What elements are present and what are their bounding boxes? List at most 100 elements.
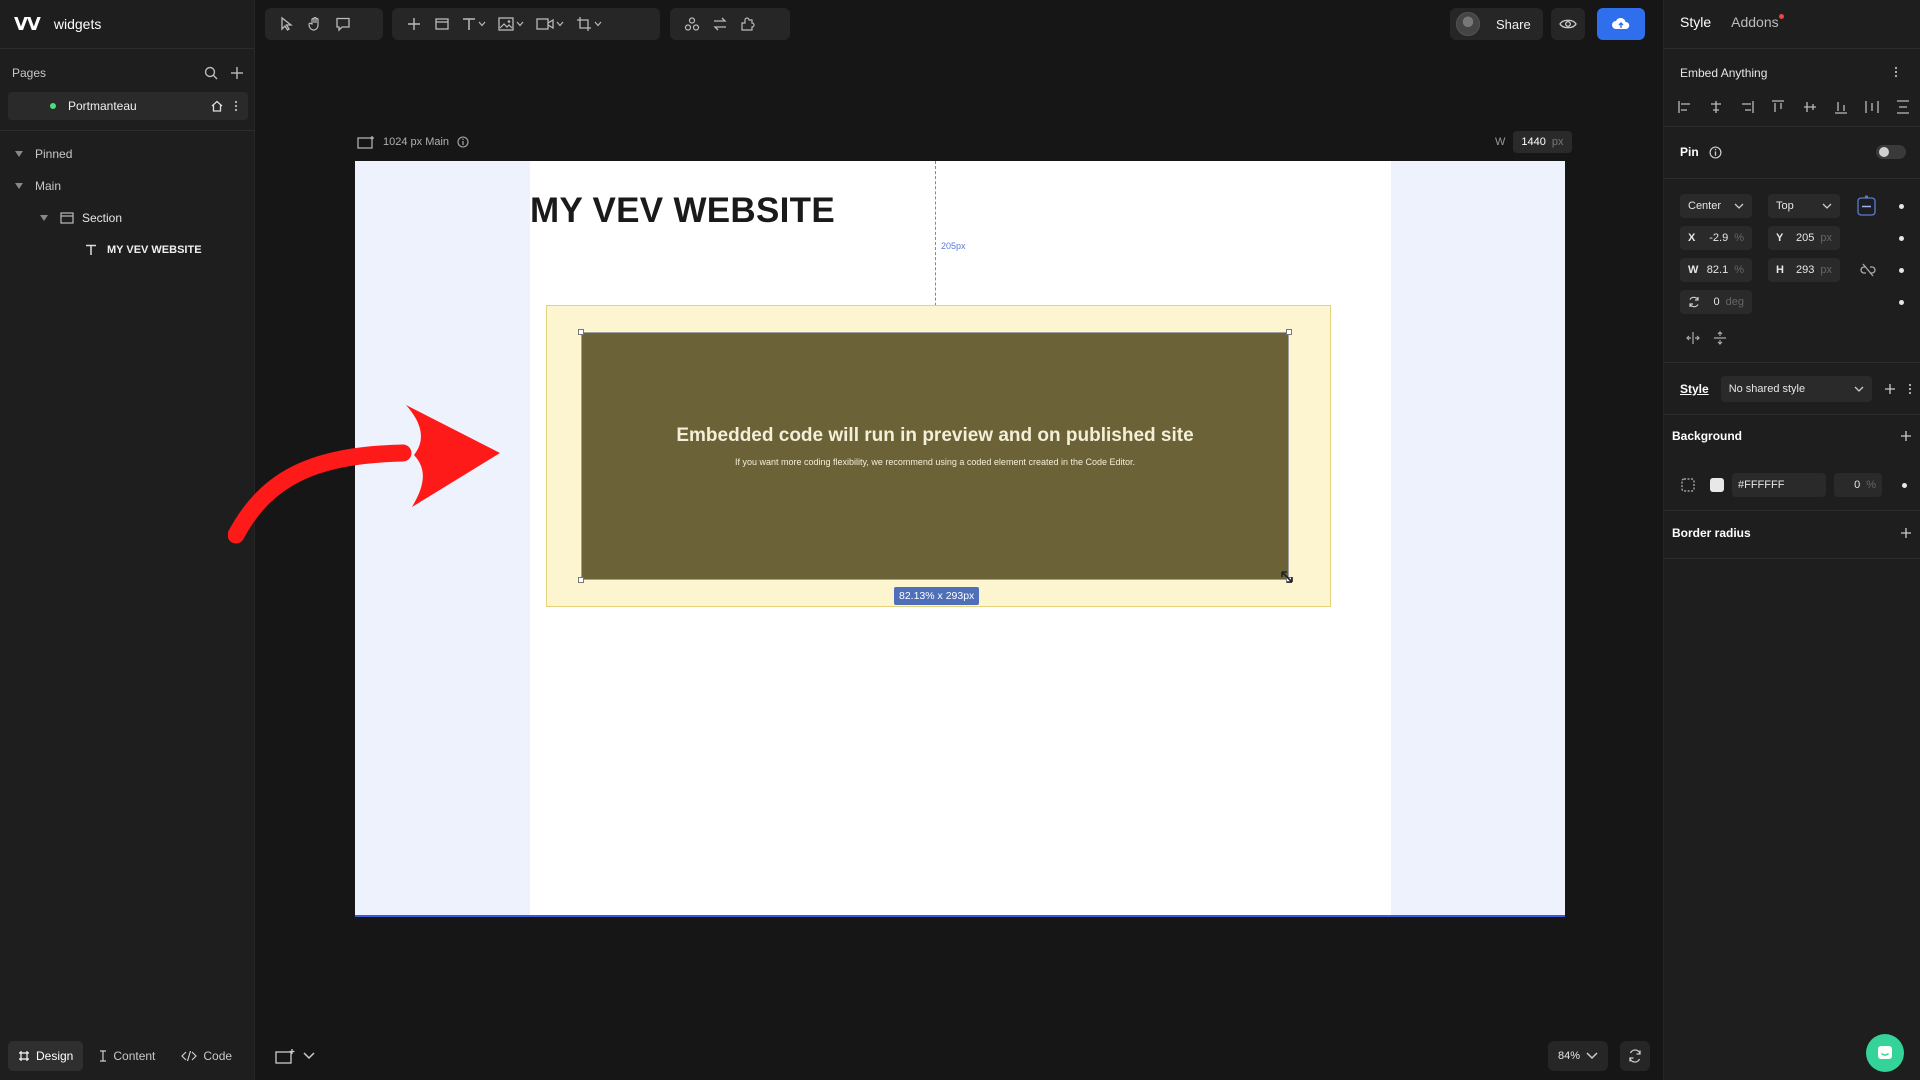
text-icon[interactable] xyxy=(456,8,492,40)
y-field[interactable]: Y 205 px xyxy=(1768,226,1840,250)
more-icon[interactable] xyxy=(1908,383,1912,395)
pages-header: Pages xyxy=(12,64,244,82)
w-field[interactable]: W 82.1 % xyxy=(1680,258,1752,282)
crop-icon[interactable] xyxy=(570,8,608,40)
app-logo[interactable]: VV xyxy=(14,14,41,35)
zoom-control[interactable]: 84% xyxy=(1548,1041,1609,1071)
tab-code[interactable]: Code xyxy=(171,1041,242,1071)
refresh-button[interactable] xyxy=(1620,1041,1650,1071)
caret-down-icon xyxy=(15,183,23,189)
plugin-icon[interactable] xyxy=(734,8,762,40)
share-button[interactable]: Share xyxy=(1450,8,1543,40)
tab-style[interactable]: Style xyxy=(1680,14,1711,30)
border-radius-section-header[interactable]: Border radius xyxy=(1672,526,1912,540)
flip-horizontal-icon[interactable] xyxy=(1686,332,1700,344)
background-hex-input[interactable]: #FFFFFF xyxy=(1732,473,1826,497)
add-icon[interactable] xyxy=(1900,430,1912,442)
search-icon[interactable] xyxy=(204,66,218,80)
site-title[interactable]: MY VEV WEBSITE xyxy=(530,191,835,231)
divider xyxy=(1664,362,1920,363)
field-value: 82.1 xyxy=(1706,264,1729,276)
refresh-icon xyxy=(1628,1049,1642,1063)
spacing-guide-label: 205px xyxy=(941,241,966,251)
home-icon[interactable] xyxy=(210,99,224,113)
more-icon[interactable] xyxy=(234,100,238,112)
project-name[interactable]: widgets xyxy=(54,16,101,32)
field-value: -2.9 xyxy=(1709,232,1729,244)
zoom-value: 84% xyxy=(1558,1050,1581,1062)
info-icon[interactable] xyxy=(457,136,469,148)
rotation-field[interactable]: 0 deg xyxy=(1680,290,1752,314)
distribute-h-icon[interactable] xyxy=(1865,100,1879,114)
background-opacity-input[interactable]: 0 % xyxy=(1834,473,1882,497)
resize-handle-ne[interactable] xyxy=(1286,329,1292,335)
x-field[interactable]: X -2.9 % xyxy=(1680,226,1752,250)
device-icon xyxy=(275,1048,295,1064)
comment-icon[interactable] xyxy=(329,8,357,40)
add-icon[interactable] xyxy=(1900,527,1912,539)
tab-addons[interactable]: Addons xyxy=(1731,14,1784,30)
image-icon[interactable] xyxy=(492,8,530,40)
tab-design[interactable]: Design xyxy=(8,1041,84,1071)
components-icon[interactable] xyxy=(678,8,706,40)
more-icon[interactable] xyxy=(1894,66,1898,78)
device-picker[interactable] xyxy=(275,1043,315,1069)
anchor-x-select[interactable]: Center xyxy=(1680,194,1752,218)
frame-label[interactable]: 1024 px Main xyxy=(357,133,469,151)
hand-icon[interactable] xyxy=(301,8,329,40)
fill-type-icon[interactable] xyxy=(1680,477,1696,493)
tree-group-main[interactable]: Main xyxy=(15,176,61,196)
align-bottom-icon[interactable] xyxy=(1834,100,1848,114)
align-left-icon[interactable] xyxy=(1678,100,1692,114)
video-icon[interactable] xyxy=(530,8,570,40)
preview-button[interactable] xyxy=(1550,8,1585,40)
align-top-icon[interactable] xyxy=(1771,100,1785,114)
code-icon xyxy=(181,1050,198,1062)
add-style-icon[interactable] xyxy=(1884,383,1896,395)
align-right-icon[interactable] xyxy=(1740,100,1754,114)
select-icon[interactable] xyxy=(273,8,301,40)
mode-tabs: Design Content Code xyxy=(8,1041,242,1071)
info-icon[interactable] xyxy=(1709,145,1722,159)
publish-button[interactable] xyxy=(1596,8,1645,40)
tree-item-text[interactable]: MY VEV WEBSITE xyxy=(85,240,202,260)
field-value: 0 xyxy=(1713,296,1720,308)
flip-vertical-icon[interactable] xyxy=(1714,331,1726,345)
embed-element[interactable]: Embedded code will run in preview and on… xyxy=(581,332,1289,580)
canvas-frame[interactable]: MY VEV WEBSITE 205px Embedded code will … xyxy=(355,161,1565,917)
anchor-position-icon[interactable] xyxy=(1856,195,1878,217)
state-dot xyxy=(1899,204,1904,209)
h-field[interactable]: H 293 px xyxy=(1768,258,1840,282)
tab-content[interactable]: Content xyxy=(89,1041,165,1071)
distribute-v-icon[interactable] xyxy=(1896,100,1910,114)
chat-launcher-button[interactable] xyxy=(1866,1034,1904,1072)
color-swatch[interactable] xyxy=(1710,478,1724,492)
align-center-h-icon[interactable] xyxy=(1709,100,1723,114)
frame-icon[interactable] xyxy=(428,8,456,40)
width-input[interactable]: 1440 px xyxy=(1513,131,1572,153)
swap-icon[interactable] xyxy=(706,8,734,40)
embed-heading: Embedded code will run in preview and on… xyxy=(676,425,1194,446)
field-value: 293 xyxy=(1796,264,1815,276)
resize-cursor-icon xyxy=(1279,569,1295,585)
anchor-y-select[interactable]: Top xyxy=(1768,194,1840,218)
shared-style-select[interactable]: No shared style xyxy=(1720,376,1872,402)
shared-style-value: No shared style xyxy=(1728,383,1806,395)
page-item-portmanteau[interactable]: Portmanteau xyxy=(8,92,248,120)
device-icon xyxy=(357,135,375,149)
state-dot xyxy=(1899,236,1904,241)
align-center-v-icon[interactable] xyxy=(1803,100,1817,114)
resize-handle-sw[interactable] xyxy=(578,577,584,583)
tree-item-section[interactable]: Section xyxy=(40,208,122,228)
add-icon[interactable] xyxy=(400,8,428,40)
tree-group-pinned[interactable]: Pinned xyxy=(15,144,72,164)
add-page-icon[interactable] xyxy=(230,66,244,80)
opacity-unit: % xyxy=(1866,479,1876,491)
unlink-icon[interactable] xyxy=(1860,263,1876,277)
pin-row: Pin xyxy=(1680,145,1906,159)
pin-toggle[interactable] xyxy=(1876,145,1906,159)
background-section-header[interactable]: Background xyxy=(1672,429,1912,443)
tree-label: Pinned xyxy=(35,147,73,161)
share-label: Share xyxy=(1496,16,1531,32)
resize-handle-nw[interactable] xyxy=(578,329,584,335)
